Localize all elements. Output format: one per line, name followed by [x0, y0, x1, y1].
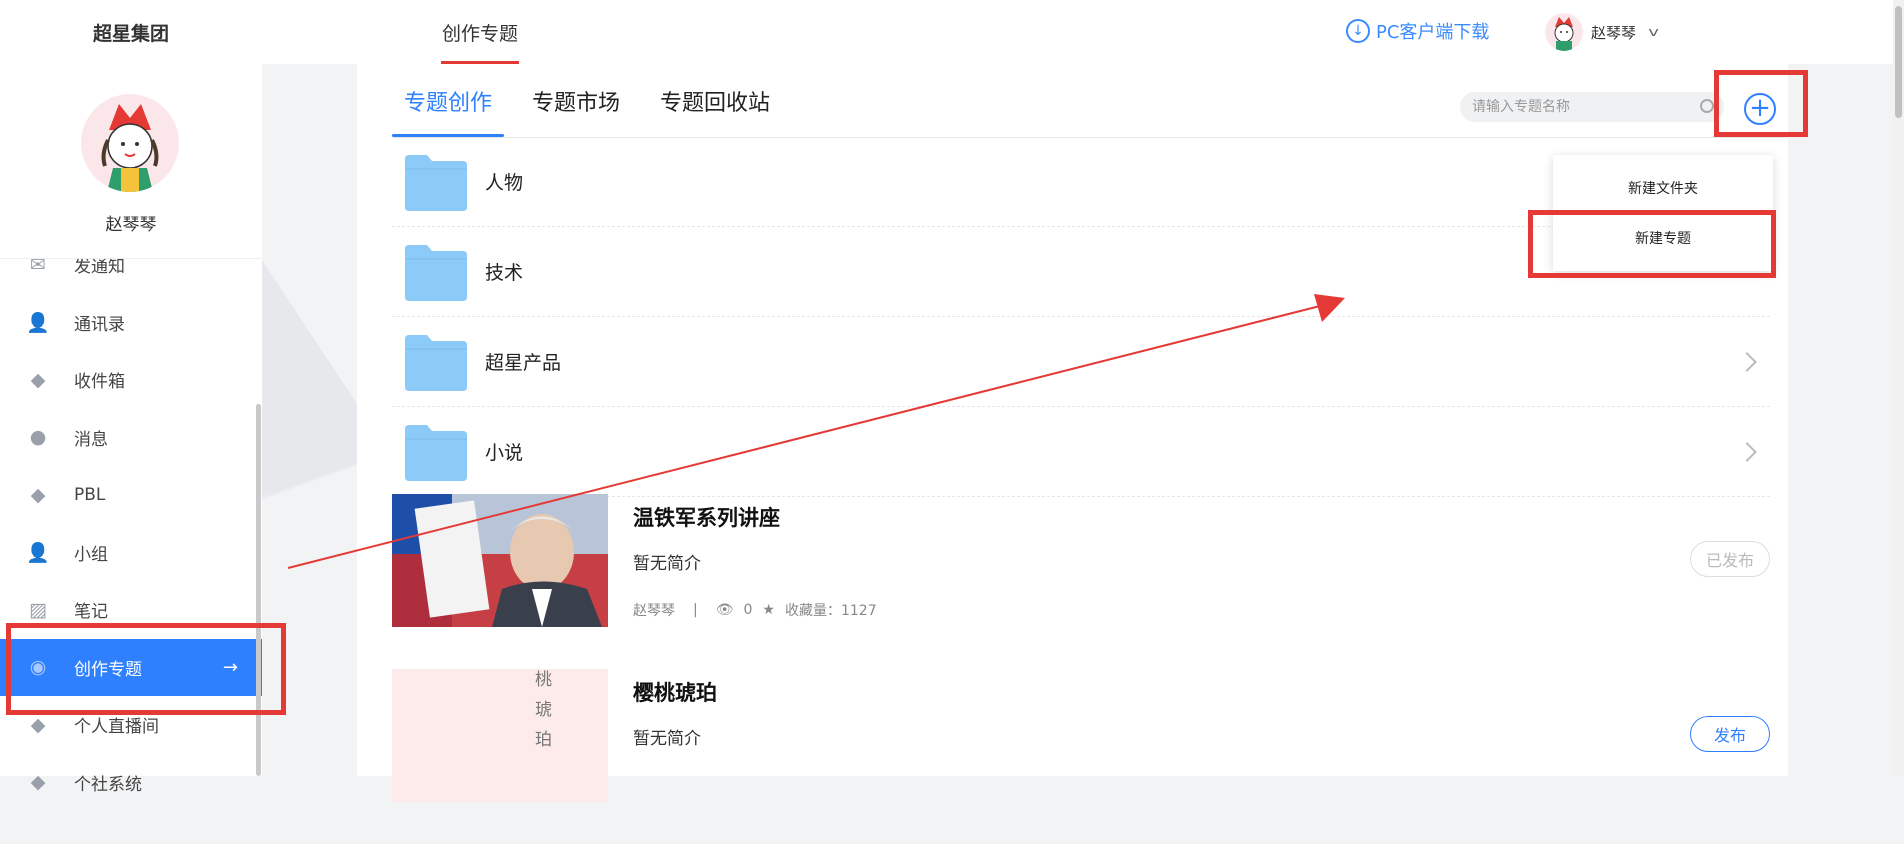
- pbl-icon: ◆: [30, 483, 46, 506]
- page-scrollbar[interactable]: [1893, 0, 1904, 776]
- page-scrollbar-thumb[interactable]: [1895, 6, 1902, 118]
- sidebar-item-topic-creation[interactable]: ◉ 创作专题 →: [0, 638, 262, 696]
- sidebar-item-label: 创作专题: [74, 659, 142, 680]
- topic-description: 暂无简介: [633, 729, 701, 749]
- search-icon[interactable]: [1700, 99, 1714, 113]
- sidebar-item-system[interactable]: ◆ 个社系统: [0, 754, 262, 812]
- pc-client-download-link[interactable]: ↓ PC客户端下载: [1346, 16, 1489, 46]
- sidebar-item-label: 消息: [74, 429, 108, 450]
- favorite-count: 收藏量：1127: [784, 603, 877, 619]
- folder-name: 技术: [485, 262, 524, 284]
- chevron-right-icon: [1737, 441, 1757, 462]
- folder-row[interactable]: 超星产品: [392, 317, 1770, 407]
- folder-icon: [405, 424, 467, 481]
- folder-name: 小说: [485, 442, 524, 464]
- topic-meta: 赵琴琴 | 👁 0 ★ 收藏量：1127: [633, 600, 877, 620]
- sidebar-item-label: 通讯录: [74, 314, 125, 335]
- sidebar-item-messages[interactable]: ● 消息: [0, 409, 262, 467]
- chevron-down-icon: v: [1648, 25, 1659, 39]
- sidebar-item-label: 笔记: [74, 602, 108, 623]
- sidebar-item-label: 个人直播间: [74, 717, 159, 738]
- sidebar-item-label: PBL: [74, 484, 106, 505]
- new-topic-menu-item[interactable]: 新建专题: [1553, 213, 1773, 263]
- folder-icon: [405, 334, 467, 391]
- download-icon: ↓: [1346, 19, 1370, 43]
- eye-icon: 👁: [715, 602, 734, 618]
- folder-name: 人物: [485, 172, 524, 194]
- sidebar-item-pbl[interactable]: ◆ PBL: [0, 466, 262, 524]
- tab-topic-creation[interactable]: 专题创作: [392, 64, 505, 137]
- topic-author: 赵琴琴: [633, 603, 675, 619]
- topic-cover: 桃 琥 珀: [392, 669, 608, 802]
- sidebar-item-notes[interactable]: ▨ 笔记: [0, 581, 262, 639]
- top-tab-topic[interactable]: 创作专题: [441, 0, 519, 64]
- search-input[interactable]: [1460, 92, 1724, 122]
- cover-text: 桃 琥 珀: [535, 670, 552, 750]
- topic-description: 暂无简介: [633, 554, 701, 574]
- topic-title[interactable]: 温铁军系列讲座: [633, 502, 780, 532]
- top-bar: 超星集团 创作专题 ↓ PC客户端下载 赵琴琴 v: [0, 0, 1893, 64]
- topic-list: 温铁军系列讲座 暂无简介 赵琴琴 | 👁 0 ★ 收藏量：1127 已发布 桃 …: [392, 494, 1770, 844]
- sidebar-item-label: 收件箱: [74, 372, 125, 393]
- org-name: 超星集团: [92, 22, 169, 45]
- avatar-large[interactable]: [81, 94, 179, 192]
- arrow-right-icon: →: [222, 656, 238, 678]
- new-folder-menu-item[interactable]: 新建文件夹: [1553, 163, 1773, 213]
- sidebar-scrollbar[interactable]: [256, 404, 261, 776]
- folder-name: 超星产品: [485, 352, 562, 374]
- chat-bubble-icon: ●: [29, 426, 47, 449]
- avatar: [1545, 13, 1583, 51]
- sidebar-nav: ✉ 发通知 👤 通讯录 ◆ 收件箱 ● 消息 ◆ PBL 👤 小组 ▨ 笔记 ◉: [0, 236, 262, 811]
- user-menu[interactable]: 赵琴琴 v: [1545, 12, 1659, 52]
- add-dropdown-menu: 新建文件夹 新建专题: [1553, 155, 1773, 271]
- profile-name: 赵琴琴: [105, 215, 157, 235]
- group-icon: 👤: [26, 541, 50, 564]
- sidebar-item-label: 个社系统: [74, 774, 142, 795]
- sidebar: 赵琴琴 ✉ 发通知 👤 通讯录 ◆ 收件箱 ● 消息 ◆ PBL 👤 小组 ▨ …: [0, 64, 262, 795]
- chevron-right-icon: [1737, 351, 1757, 372]
- sidebar-item-inbox[interactable]: ◆ 收件箱: [0, 351, 262, 409]
- sidebar-item-label: 小组: [74, 544, 108, 565]
- profile-card: 赵琴琴: [0, 64, 262, 259]
- live-icon: ◆: [30, 713, 46, 736]
- meta-separator: |: [693, 602, 698, 618]
- add-button[interactable]: +: [1744, 93, 1776, 125]
- user-name: 赵琴琴: [1591, 23, 1637, 42]
- folder-row[interactable]: 小说: [392, 407, 1770, 497]
- publish-button[interactable]: 发布: [1690, 716, 1770, 752]
- folder-icon: [405, 244, 467, 301]
- main-tabs: 专题创作 专题市场 专题回收站: [392, 64, 798, 137]
- topic-icon: ◉: [29, 656, 47, 679]
- star-icon: ★: [762, 602, 775, 618]
- sidebar-item-contacts[interactable]: 👤 通讯录: [0, 294, 262, 352]
- sidebar-item-group[interactable]: 👤 小组: [0, 524, 262, 582]
- published-badge: 已发布: [1690, 541, 1770, 577]
- download-label: PC客户端下载: [1376, 22, 1490, 43]
- topic-row[interactable]: 桃 琥 珀 樱桃琥珀 暂无简介 发布: [392, 669, 1770, 844]
- sidebar-item-live[interactable]: ◆ 个人直播间: [0, 696, 262, 754]
- topic-row[interactable]: 温铁军系列讲座 暂无简介 赵琴琴 | 👁 0 ★ 收藏量：1127 已发布: [392, 494, 1770, 669]
- inbox-icon: ◆: [30, 368, 46, 391]
- contacts-icon: 👤: [26, 311, 50, 334]
- background-decoration: [262, 260, 357, 620]
- view-count: 0: [743, 602, 753, 618]
- folder-icon: [405, 154, 467, 211]
- topic-cover: [392, 494, 608, 627]
- topic-title[interactable]: 樱桃琥珀: [633, 677, 717, 707]
- tab-topic-recycle-bin[interactable]: 专题回收站: [648, 64, 782, 137]
- tab-topic-market[interactable]: 专题市场: [520, 64, 632, 137]
- system-icon: ◆: [30, 771, 46, 794]
- note-icon: ▨: [29, 598, 47, 621]
